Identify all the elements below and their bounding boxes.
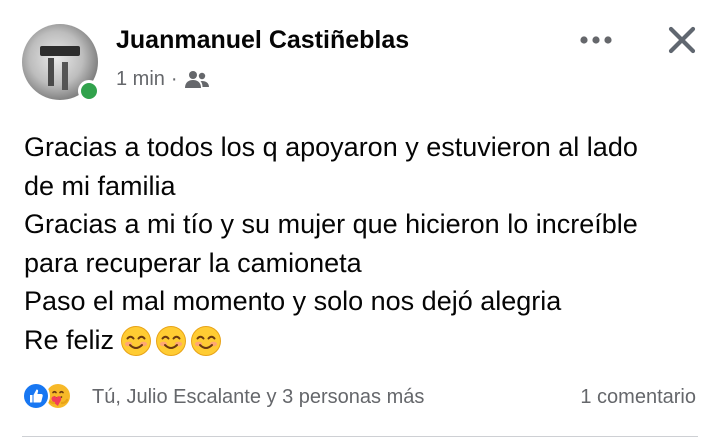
post-text-line: Gracias a mi tío y su mujer que hicieron… (24, 209, 638, 239)
more-horizontal-icon (580, 36, 612, 44)
close-icon (668, 26, 696, 54)
like-reaction-icon (22, 382, 50, 410)
post-text: Gracias a todos los q apoyaron y estuvie… (24, 128, 704, 359)
author-name[interactable]: Juanmanuel Castiñeblas (116, 26, 409, 55)
post-text-line: para recuperar la camioneta (24, 247, 362, 278)
meta-separator: · (170, 68, 178, 90)
comments-count[interactable]: 1 comentario (580, 386, 696, 409)
post-text-line: Paso el mal momento y solo nos dejó aleg… (24, 286, 562, 316)
reaction-icons[interactable] (22, 382, 72, 410)
post-text-line: Gracias a todos los q apoyaron y estuvie… (24, 132, 638, 162)
smiling-face-icon (121, 326, 152, 357)
post-text-line: de mi familia (24, 170, 176, 201)
footer-divider (22, 436, 698, 437)
post-text-line: Re feliz (24, 324, 115, 355)
smiling-face-icon (191, 326, 222, 357)
post-header: Juanmanuel Castiñeblas 1 min · (0, 0, 720, 110)
post-last-line: Re feliz (24, 321, 704, 360)
more-options-button[interactable] (574, 24, 618, 56)
close-button[interactable] (660, 20, 704, 60)
post-timestamp[interactable]: 1 min (116, 68, 165, 91)
post-footer: Tú, Julio Escalante y 3 personas más 1 c… (0, 376, 720, 420)
emoji-group (120, 325, 225, 357)
friends-icon[interactable] (184, 70, 210, 90)
author-avatar[interactable] (22, 24, 100, 102)
online-status-dot (78, 80, 100, 102)
smiling-face-icon (156, 326, 187, 357)
reactions-summary[interactable]: Tú, Julio Escalante y 3 personas más (92, 386, 424, 409)
post-meta: 1 min · (116, 68, 210, 91)
